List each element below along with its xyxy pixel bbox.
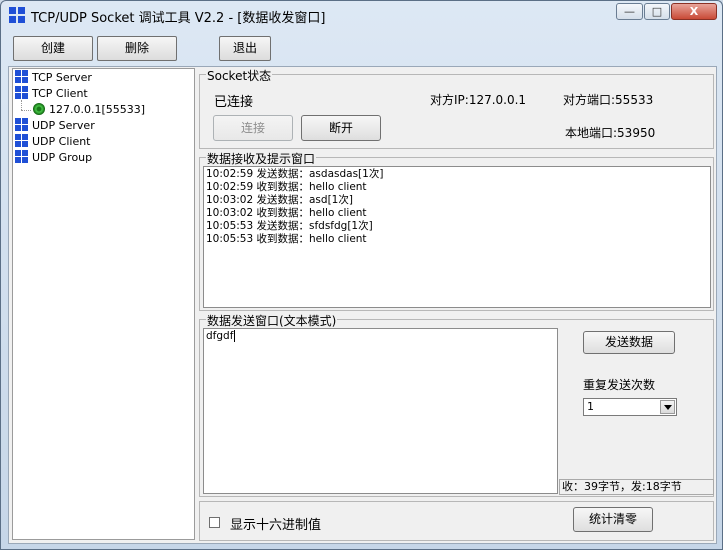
window-title: TCP/UDP Socket 调试工具 V2.2 - [数据收发窗口]: [31, 11, 326, 26]
tree-item-tcp-server[interactable]: TCP Server: [15, 70, 92, 86]
disconnect-button[interactable]: 断开: [301, 115, 381, 141]
send-input[interactable]: dfgdf: [203, 328, 558, 494]
minimize-button[interactable]: —: [616, 3, 643, 20]
send-group: 数据发送窗口(文本模式) dfgdf 发送数据 重复发送次数 1 收：39字节，…: [199, 312, 714, 497]
hex-display-checkbox[interactable]: [209, 517, 220, 528]
close-button[interactable]: X: [671, 3, 717, 20]
socket-tree[interactable]: TCP Server TCP Client 127.0.0.1[55533] U…: [12, 68, 195, 540]
socket-status-group: Socket状态 已连接 对方IP:127.0.0.1 对方端口:55533 本…: [199, 67, 714, 149]
connect-button[interactable]: 连接: [213, 115, 293, 141]
log-line: 10:02:59 收到数据：hello client: [206, 181, 367, 193]
toolbar: 创建 删除 退出: [7, 31, 717, 65]
tree-item-label: TCP Server: [32, 71, 92, 84]
local-port: 本地端口:53950: [565, 126, 656, 140]
app-logo-icon: [9, 7, 25, 23]
log-line: 10:03:02 发送数据：asd[1次]: [206, 194, 353, 206]
log-line: 10:02:59 发送数据：asdasdas[1次]: [206, 168, 384, 180]
group-legend: 数据发送窗口(文本模式): [206, 312, 338, 329]
group-legend: Socket状态: [206, 67, 273, 84]
log-line: 10:05:53 发送数据：sfdsfdg[1次]: [206, 220, 373, 232]
exit-button[interactable]: 退出: [219, 36, 271, 61]
hex-display-label: 显示十六进制值: [230, 518, 322, 533]
log-line: 10:05:53 收到数据：hello client: [206, 233, 367, 245]
create-button[interactable]: 创建: [13, 36, 93, 61]
tree-item-udp-server[interactable]: UDP Server: [15, 118, 95, 134]
tree-item-label: 127.0.0.1[55533]: [49, 103, 146, 116]
delete-button[interactable]: 删除: [97, 36, 177, 61]
windows-logo-icon: [15, 118, 28, 131]
connection-state: 已连接: [214, 95, 254, 110]
windows-logo-icon: [15, 150, 28, 163]
title-bar[interactable]: TCP/UDP Socket 调试工具 V2.2 - [数据收发窗口] — □ …: [1, 1, 722, 29]
connected-status-icon: [33, 103, 45, 115]
tree-item-label: UDP Server: [32, 119, 95, 132]
clear-stats-button[interactable]: 统计清零: [573, 507, 653, 532]
repeat-count-select[interactable]: 1: [583, 398, 677, 416]
tree-item-udp-group[interactable]: UDP Group: [15, 150, 92, 166]
receive-log[interactable]: 10:02:59 发送数据：asdasdas[1次] 10:02:59 收到数据：…: [203, 166, 711, 308]
remote-port: 对方端口:55533: [563, 93, 654, 107]
send-text: dfgdf: [206, 330, 234, 342]
traffic-stats: 收：39字节，发:18字节: [559, 479, 714, 495]
tree-item-connection[interactable]: 127.0.0.1[55533]: [33, 102, 145, 118]
tree-item-tcp-client[interactable]: TCP Client: [15, 86, 88, 102]
tree-connector: [21, 110, 31, 111]
repeat-count-label: 重复发送次数: [583, 378, 656, 392]
windows-logo-icon: [15, 70, 28, 83]
client-area: TCP Server TCP Client 127.0.0.1[55533] U…: [8, 66, 717, 544]
maximize-button[interactable]: □: [644, 3, 670, 20]
bottom-bar: 显示十六进制值 统计清零: [199, 501, 714, 541]
log-line: 10:03:02 收到数据：hello client: [206, 207, 367, 219]
windows-logo-icon: [15, 86, 28, 99]
repeat-count-value: 1: [587, 400, 594, 413]
dropdown-arrow-icon[interactable]: [660, 400, 675, 414]
group-legend: 数据接收及提示窗口: [206, 150, 317, 167]
app-window: TCP/UDP Socket 调试工具 V2.2 - [数据收发窗口] — □ …: [0, 0, 723, 550]
tree-item-label: UDP Client: [32, 135, 91, 148]
receive-group: 数据接收及提示窗口 10:02:59 发送数据：asdasdas[1次] 10:0…: [199, 150, 714, 311]
tree-item-label: TCP Client: [32, 87, 88, 100]
windows-logo-icon: [15, 134, 28, 147]
send-button[interactable]: 发送数据: [583, 331, 675, 354]
tree-connector: [21, 100, 22, 110]
tree-item-label: UDP Group: [32, 151, 93, 164]
text-caret: [234, 330, 236, 342]
tree-item-udp-client[interactable]: UDP Client: [15, 134, 91, 150]
remote-ip: 对方IP:127.0.0.1: [430, 93, 527, 107]
